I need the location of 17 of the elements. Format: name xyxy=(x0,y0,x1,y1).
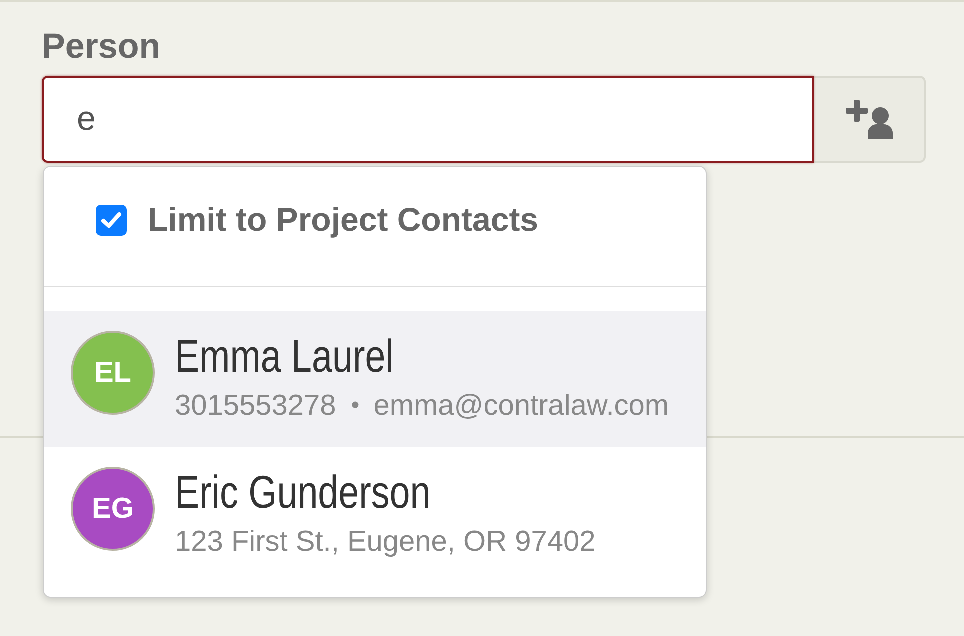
person-input-field[interactable]: e xyxy=(42,76,814,163)
contact-detail: 3015553278 xyxy=(175,390,336,422)
contact-name: Emma Laurel xyxy=(175,331,394,381)
avatar-initials: EG xyxy=(71,467,155,551)
add-person-icon xyxy=(846,100,892,139)
avatar-initials: EL xyxy=(71,331,155,415)
field-label: Person xyxy=(42,27,161,67)
contact-name: Eric Gunderson xyxy=(175,467,431,517)
checkbox-label: Limit to Project Contacts xyxy=(148,201,539,239)
bullet-separator: • xyxy=(351,391,360,421)
checkmark-icon xyxy=(101,212,122,229)
contact-detail: emma@contralaw.com xyxy=(374,390,670,422)
limit-checkbox[interactable] xyxy=(96,205,127,236)
contact-detail: 123 First St., Eugene, OR 97402 xyxy=(175,526,596,558)
add-person-button[interactable] xyxy=(814,76,926,163)
contact-result-item[interactable]: EG Eric Gunderson 123 First St., Eugene, OR 97402 xyxy=(44,447,706,583)
contact-result-item[interactable]: EL Emma Laurel 3015553278 • emma@contralaw.com xyxy=(44,311,706,447)
